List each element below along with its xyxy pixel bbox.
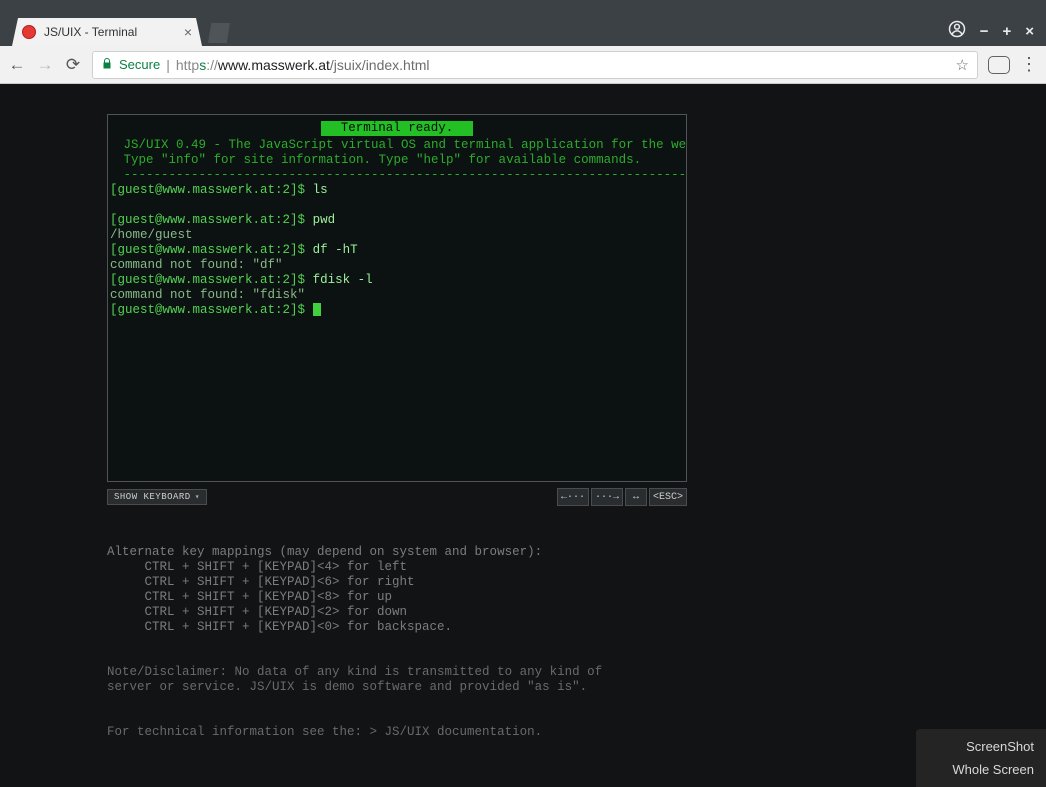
- terminal[interactable]: Terminal ready. JS/UIX 0.49 - The JavaSc…: [107, 114, 687, 482]
- bookmark-star-icon[interactable]: ☆: [956, 56, 969, 74]
- browser-tabstrip: JS/UIX - Terminal × − + ×: [0, 14, 1046, 46]
- key-both-button[interactable]: ↔: [625, 488, 647, 506]
- key-esc-button[interactable]: <ESC>: [649, 488, 687, 506]
- chrome-menu-icon[interactable]: ⋮: [1020, 54, 1038, 75]
- cursor-icon: [313, 303, 321, 316]
- back-icon[interactable]: ←: [8, 55, 26, 75]
- terminal-banner: Terminal ready.: [321, 121, 474, 136]
- browser-toolbar: ← → ⟳ Secure | https://www.masswerk.at/j…: [0, 46, 1046, 84]
- terminal-output: command not found: "df": [108, 258, 686, 273]
- terminal-line: [guest@www.masswerk.at:2]$ fdisk -l: [108, 273, 686, 288]
- secure-label: Secure: [119, 57, 160, 72]
- address-bar[interactable]: Secure | https://www.masswerk.at/jsuix/i…: [92, 51, 978, 79]
- user-icon[interactable]: [948, 20, 966, 42]
- terminal-motd: Type "info" for site information. Type "…: [108, 153, 686, 168]
- terminal-line: [guest@www.masswerk.at:2]$ df -hT: [108, 243, 686, 258]
- chevron-down-icon: ▾: [195, 492, 200, 502]
- key-left-button[interactable]: ←···: [557, 488, 589, 506]
- show-keyboard-button[interactable]: SHOW KEYBOARD▾: [107, 489, 207, 505]
- terminal-line: [guest@www.masswerk.at:2]$ pwd: [108, 213, 686, 228]
- screenshot-option[interactable]: Whole Screen: [922, 758, 1034, 781]
- screenshot-option[interactable]: ScreenShot: [922, 735, 1034, 758]
- close-tab-icon[interactable]: ×: [184, 24, 192, 40]
- separator: |: [166, 57, 170, 73]
- screenshot-overlay[interactable]: ScreenShot Whole Screen: [916, 729, 1046, 787]
- page-body: Terminal ready. JS/UIX 0.49 - The JavaSc…: [0, 84, 1046, 787]
- close-window-icon[interactable]: ×: [1025, 23, 1034, 40]
- terminal-line: [guest@www.masswerk.at:2]$ ls: [108, 183, 686, 198]
- window-titlebar: [0, 0, 1046, 14]
- favicon-icon: [22, 25, 36, 39]
- new-tab-button[interactable]: [208, 23, 230, 43]
- browser-tab-active[interactable]: JS/UIX - Terminal ×: [12, 18, 202, 46]
- maximize-icon[interactable]: +: [1002, 23, 1011, 40]
- forward-icon: →: [36, 55, 54, 75]
- comment-icon[interactable]: [988, 56, 1010, 74]
- terminal-output: command not found: "fdisk": [108, 288, 686, 303]
- key-right-button[interactable]: ···→: [591, 488, 623, 506]
- reload-icon[interactable]: ⟳: [64, 55, 82, 75]
- lock-icon: [101, 57, 113, 73]
- terminal-controls: SHOW KEYBOARD▾ ←··· ···→ ↔ <ESC>: [107, 488, 687, 506]
- instructions-text: Alternate key mappings (may depend on sy…: [107, 530, 687, 755]
- terminal-separator: ----------------------------------------…: [108, 168, 686, 183]
- minimize-icon[interactable]: −: [980, 23, 989, 40]
- tab-title: JS/UIX - Terminal: [44, 25, 137, 39]
- url-text: https://www.masswerk.at/jsuix/index.html: [176, 57, 430, 73]
- terminal-output: /home/guest: [108, 228, 686, 243]
- terminal-output: [108, 198, 686, 213]
- terminal-motd: JS/UIX 0.49 - The JavaScript virtual OS …: [108, 138, 686, 153]
- terminal-prompt-current: [guest@www.masswerk.at:2]$: [108, 303, 686, 318]
